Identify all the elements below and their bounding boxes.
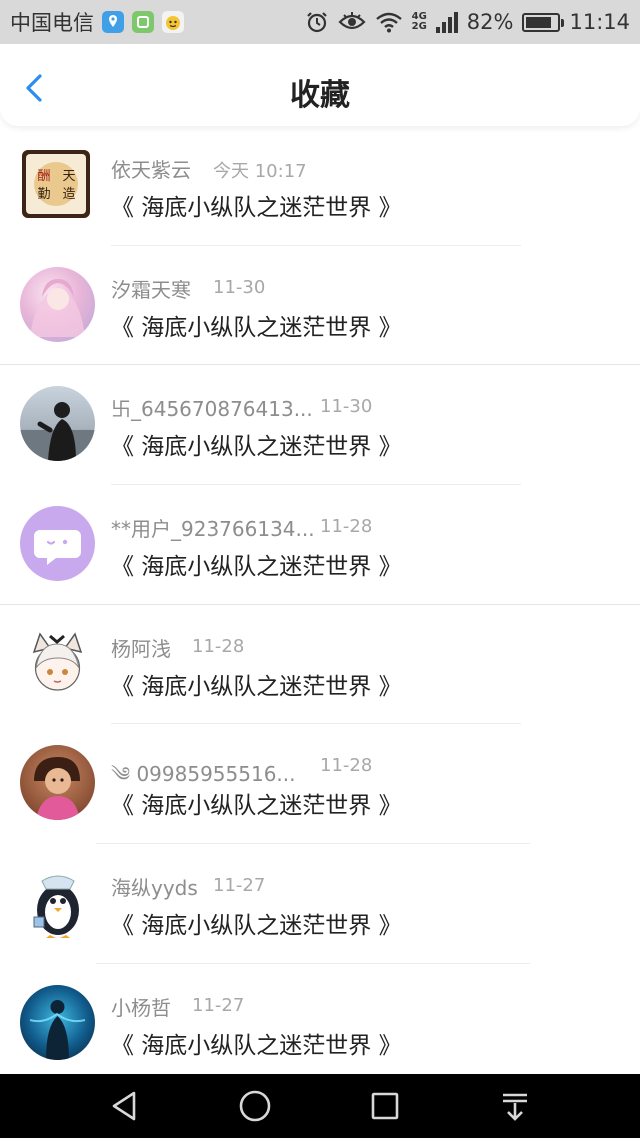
work-title[interactable]: 《 海底小纵队之迷茫世界 》 — [111, 786, 402, 820]
timestamp: 11-27 — [213, 875, 266, 897]
avatar-seal-char: 勤 — [37, 187, 50, 202]
avatar[interactable] — [20, 266, 95, 342]
app-icon — [132, 11, 154, 33]
page-title: 收藏 — [290, 78, 350, 113]
avatar[interactable] — [20, 506, 95, 582]
timestamp: 11-28 — [192, 635, 245, 657]
avatar-seal-char: 造 — [62, 187, 75, 202]
username[interactable]: 杨阿浅 — [111, 633, 171, 662]
mascot-icon — [162, 11, 184, 33]
username[interactable]: 海纵yyds — [111, 872, 198, 901]
clock: 11:14 — [569, 10, 630, 34]
wifi-icon — [375, 12, 402, 33]
alarm-icon — [306, 12, 327, 33]
battery-percent: 82% — [466, 10, 514, 34]
carrier-label: 中国电信 — [10, 11, 94, 35]
avatar[interactable] — [20, 745, 95, 821]
username[interactable]: 汐霜天寒 — [111, 274, 191, 303]
nav-notification-icon — [503, 1093, 527, 1121]
work-title[interactable]: 《 海底小纵队之迷茫世界 》 — [111, 1026, 402, 1060]
list-item[interactable]: 卐_645670876413... 11-30 《 海底小纵队之迷茫世界 》 — [0, 365, 640, 486]
work-title[interactable]: 《 海底小纵队之迷茫世界 》 — [111, 188, 402, 222]
list-item[interactable]: 汐霜天寒 11-30 《 海底小纵队之迷茫世界 》 — [0, 246, 640, 366]
nav-recents-button[interactable] — [363, 1084, 407, 1128]
username[interactable]: 卐_645670876413... — [111, 393, 313, 422]
header: 收藏 — [0, 44, 640, 126]
nav-back-button[interactable] — [103, 1084, 147, 1128]
timestamp: 11-28 — [320, 516, 373, 538]
status-right: 4G 2G 82% 11:14 — [305, 10, 630, 34]
favorites-list: 天 造 酬 勤 依天紫云 今天 10:17 《 海底小纵队之迷茫世界 》 汐霜天… — [0, 126, 640, 1084]
work-title[interactable]: 《 海底小纵队之迷茫世界 》 — [111, 308, 402, 342]
timestamp: 11-28 — [320, 755, 373, 777]
work-title[interactable]: 《 海底小纵队之迷茫世界 》 — [111, 547, 402, 581]
network-type: 4G 2G — [411, 11, 427, 32]
list-item[interactable]: **用户_923766134... 11-28 《 海底小纵队之迷茫世界 》 — [0, 485, 640, 605]
username[interactable]: 依天紫云 — [111, 154, 191, 183]
work-title[interactable]: 《 海底小纵队之迷茫世界 》 — [111, 667, 402, 701]
avatar[interactable] — [20, 865, 95, 941]
nav-recents-icon — [371, 1092, 399, 1120]
navigation-bar — [0, 1074, 640, 1138]
nav-home-icon — [239, 1090, 271, 1122]
list-item[interactable]: 小杨哲 11-27 《 海底小纵队之迷茫世界 》 — [0, 964, 640, 1084]
timestamp: 11-27 — [192, 994, 245, 1016]
battery-icon — [522, 12, 565, 32]
timestamp: 11-30 — [320, 396, 373, 418]
avatar[interactable] — [20, 984, 95, 1060]
username[interactable]: **用户_923766134... — [111, 513, 315, 542]
work-title[interactable]: 《 海底小纵队之迷茫世界 》 — [111, 427, 402, 461]
status-bar: 中国电信 4G 2G 82% 11:14 — [0, 0, 640, 44]
list-item[interactable]: ༄ 09985955516... 11-28 《 海底小纵队之迷茫世界 》 — [0, 724, 640, 845]
nav-notification-button[interactable] — [493, 1084, 537, 1128]
work-title[interactable]: 《 海底小纵队之迷茫世界 》 — [111, 906, 402, 940]
username[interactable]: 小杨哲 — [111, 992, 171, 1021]
avatar-seal-char: 酬 — [37, 169, 50, 184]
timestamp: 11-30 — [213, 276, 266, 298]
list-item[interactable]: 海纵yyds 11-27 《 海底小纵队之迷茫世界 》 — [0, 844, 640, 964]
avatar-seal-char: 天 — [62, 169, 75, 184]
nav-back-icon — [112, 1091, 136, 1121]
status-left: 中国电信 — [10, 7, 184, 37]
nav-home-button[interactable] — [233, 1084, 277, 1128]
avatar[interactable]: 天 造 酬 勤 — [22, 150, 90, 218]
eye-icon — [338, 12, 366, 30]
timestamp: 今天 10:17 — [213, 161, 307, 182]
signal-icon — [435, 11, 458, 33]
list-item[interactable]: 天 造 酬 勤 依天紫云 今天 10:17 《 海底小纵队之迷茫世界 》 — [0, 126, 640, 246]
avatar[interactable] — [20, 625, 95, 701]
list-item[interactable]: 杨阿浅 11-28 《 海底小纵队之迷茫世界 》 — [0, 605, 640, 725]
avatar[interactable] — [20, 386, 95, 462]
location-icon — [102, 11, 124, 33]
